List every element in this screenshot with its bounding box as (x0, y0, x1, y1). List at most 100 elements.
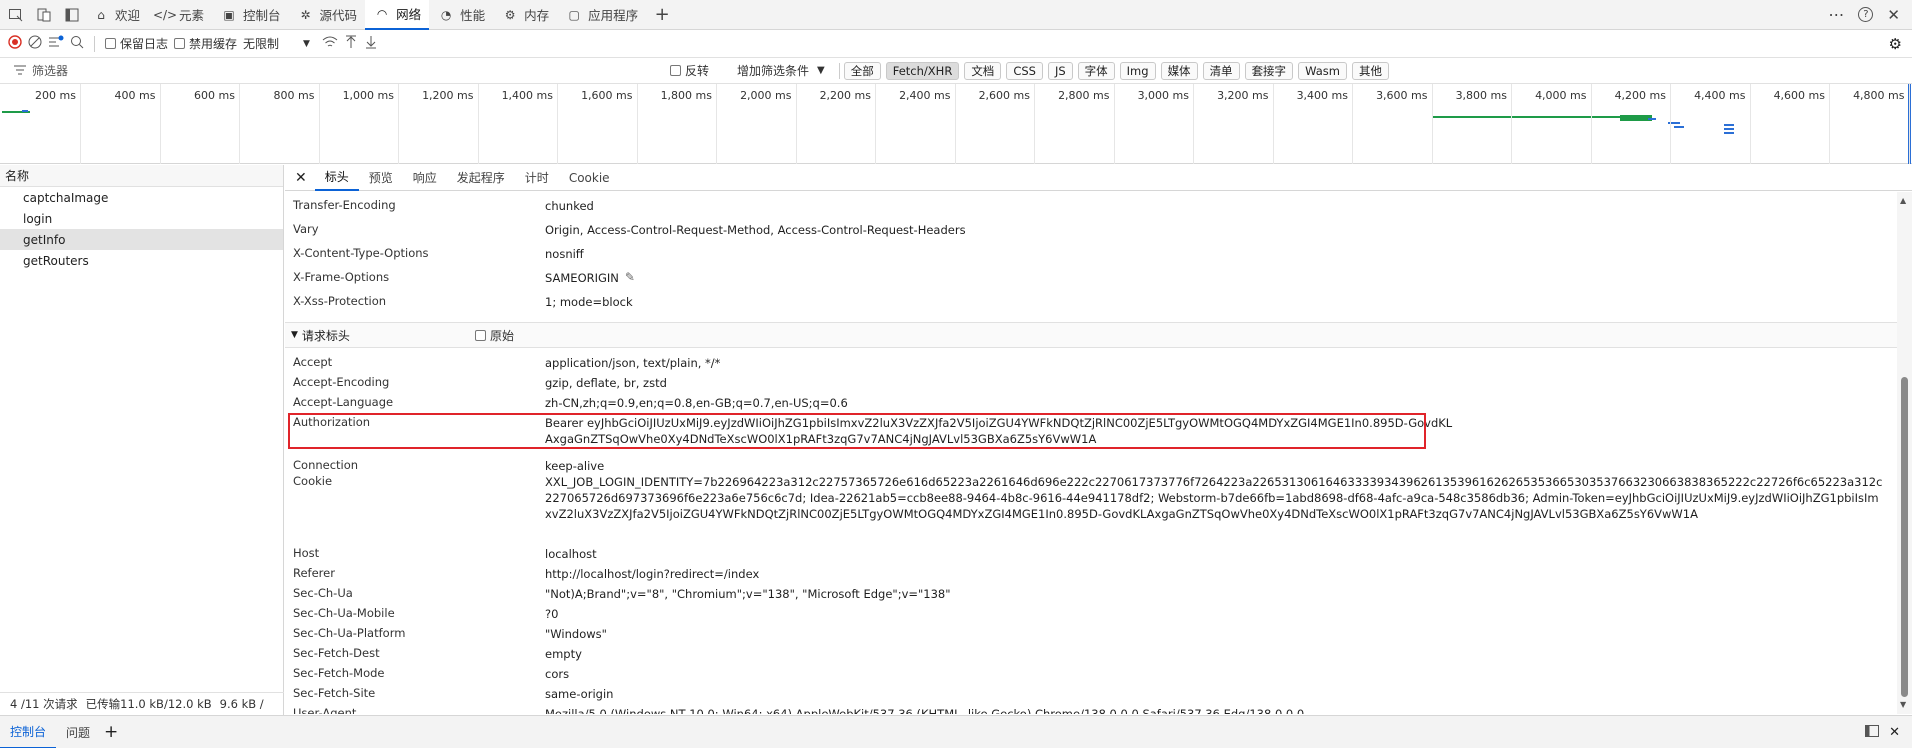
preserve-log-checkbox[interactable]: 保留日志 (105, 35, 168, 52)
scroll-down-icon[interactable]: ▼ (1900, 700, 1906, 709)
add-drawer-tab-icon[interactable]: + (104, 722, 118, 742)
filter-placeholder: 筛选器 (32, 64, 69, 78)
tab-app[interactable]: ▢ 应用程序 (557, 0, 646, 30)
add-tab-icon[interactable]: + (650, 3, 674, 27)
tab-wifi[interactable]: ◠ 网络 (365, 0, 430, 30)
header-value: nosniff (545, 247, 584, 261)
header-value: chunked (545, 199, 594, 213)
dock-bottom-icon[interactable] (1865, 724, 1880, 740)
scrollbar-thumb[interactable] (1901, 377, 1908, 697)
dock-side-icon[interactable] (60, 3, 84, 27)
record-icon[interactable] (8, 35, 22, 52)
tab-memory[interactable]: ⚙ 内存 (493, 0, 557, 30)
clear-icon[interactable] (28, 35, 42, 52)
header-value: cors (545, 667, 570, 681)
header-name: Sec-Ch-Ua-Mobile (293, 606, 395, 620)
detail-tab[interactable]: 计时 (515, 165, 559, 191)
filter-pill[interactable]: JS (1047, 61, 1073, 80)
more-filters-dropdown[interactable]: 增加筛选条件 ▼ (737, 62, 825, 79)
filter-pill[interactable]: 全部 (843, 61, 881, 80)
filter-input[interactable]: 筛选器 (0, 62, 670, 79)
filter-pill[interactable]: Wasm (1298, 61, 1347, 80)
tab-code[interactable]: </> 元素 (148, 0, 212, 30)
header-value: empty (545, 647, 582, 661)
more-options-icon[interactable]: ⋯ (1828, 5, 1844, 24)
filter-pill[interactable]: 其他 (1351, 61, 1389, 80)
tab-gauge[interactable]: ◔ 性能 (429, 0, 493, 30)
device-toolbar-icon[interactable] (32, 3, 56, 27)
request-item[interactable]: captchaImage (0, 187, 283, 208)
checkbox-icon (174, 38, 186, 49)
upload-icon[interactable] (344, 35, 358, 52)
filter-pill[interactable]: 套接字 (1244, 61, 1294, 80)
request-bar (22, 110, 28, 112)
request-header-row: Sec-Ch-Ua "Not)A;Brand";v="8", "Chromium"… (293, 586, 1885, 602)
filter-pill[interactable]: Img (1119, 61, 1156, 80)
app-icon: ▢ (568, 7, 580, 22)
settings-gear-icon[interactable]: ⚙ (1889, 35, 1902, 53)
tab-label: 欢迎 (115, 8, 141, 23)
download-icon[interactable] (364, 35, 378, 52)
filter-pill[interactable]: Fetch/XHR (885, 61, 960, 80)
detail-tab[interactable]: 发起程序 (447, 165, 515, 191)
chevron-down-icon: ▼ (303, 38, 310, 49)
scroll-up-icon[interactable]: ▲ (1900, 196, 1906, 205)
header-value: same-origin (545, 687, 614, 701)
checkbox-icon (670, 65, 681, 76)
detail-tab[interactable]: 标头 (314, 165, 359, 191)
filter-pill[interactable]: 媒体 (1160, 61, 1198, 80)
raw-checkbox[interactable]: 原始 (474, 327, 514, 344)
filter-pill[interactable]: 文档 (964, 61, 1002, 80)
memory-icon: ⚙ (504, 7, 516, 22)
filter-settings-icon[interactable] (48, 35, 64, 52)
network-overview-timeline[interactable]: 200 ms 400 ms 600 ms 800 ms 1,000 ms 1,200 ms… (0, 84, 1912, 164)
transferred-size: 已传输11.0 kB/12.0 kB (85, 696, 212, 711)
header-value: "Windows" (545, 627, 607, 641)
timeline-tick-label: 1,200 ms (422, 89, 474, 102)
name-column-header[interactable]: 名称 (0, 165, 283, 187)
timeline-tick-label: 3,400 ms (1296, 89, 1348, 102)
inspect-element-icon[interactable] (4, 3, 28, 27)
filter-pill[interactable]: 清单 (1202, 61, 1240, 80)
drawer-tab[interactable]: 问题 (56, 716, 100, 748)
header-value: SAMEORIGIN (545, 271, 619, 285)
header-name: X-Xss-Protection (293, 294, 387, 308)
search-icon[interactable] (70, 35, 84, 52)
home-icon: ⌂ (97, 7, 105, 22)
header-name: Sec-Fetch-Dest (293, 646, 380, 660)
top-tabs: ⌂ 欢迎 </> 元素 ▣ 控制台 ✲ 源代码 ◠ 网络 ◔ 性能 ⚙ 内存 ▢ 应用程序 (84, 0, 646, 30)
request-item[interactable]: getInfo (0, 229, 283, 250)
header-name: X-Content-Type-Options (293, 246, 429, 260)
help-icon[interactable]: ? (1858, 7, 1874, 22)
close-detail-icon[interactable]: ✕ (285, 170, 315, 186)
network-conditions-icon[interactable] (322, 35, 338, 52)
request-bar (1724, 124, 1734, 126)
filter-pill[interactable]: 字体 (1077, 61, 1115, 80)
checkbox-icon (474, 329, 486, 341)
tab-bug[interactable]: ✲ 源代码 (289, 0, 366, 30)
timeline-gridline (1193, 84, 1194, 164)
request-item[interactable]: login (0, 208, 283, 229)
vertical-scrollbar[interactable]: ▲ ▼ (1897, 192, 1912, 714)
close-drawer-icon[interactable]: ✕ (1889, 725, 1900, 740)
detail-tab[interactable]: 响应 (403, 165, 447, 191)
request-header-row: Accept-Language zh-CN,zh;q=0.9,en;q=0.8,e… (293, 395, 1885, 411)
edit-pencil-icon[interactable]: ✎ (625, 270, 635, 286)
bug-icon: ✲ (300, 7, 311, 22)
filter-pill[interactable]: CSS (1006, 61, 1043, 80)
drawer-tab[interactable]: 控制台 (0, 716, 57, 748)
invert-label: 反转 (685, 64, 710, 78)
request-item[interactable]: getRouters (0, 250, 283, 271)
tab-home[interactable]: ⌂ 欢迎 (84, 0, 148, 30)
resource-size: 9.6 kB / (219, 696, 264, 711)
throttle-select[interactable]: 无限制 ▼ (243, 35, 310, 52)
invert-checkbox[interactable]: 反转 (670, 62, 709, 79)
request-headers-section[interactable]: ▼ 请求标头 原始 (285, 322, 1897, 348)
close-devtools-icon[interactable]: ✕ (1887, 6, 1900, 24)
disable-cache-checkbox[interactable]: 禁用缓存 (174, 35, 237, 52)
detail-tab[interactable]: 预览 (359, 165, 403, 191)
detail-tab[interactable]: Cookie (559, 165, 620, 191)
tab-console[interactable]: ▣ 控制台 (212, 0, 289, 30)
throttle-value: 无限制 (243, 37, 280, 51)
timeline-tick-label: 4,600 ms (1773, 89, 1825, 102)
